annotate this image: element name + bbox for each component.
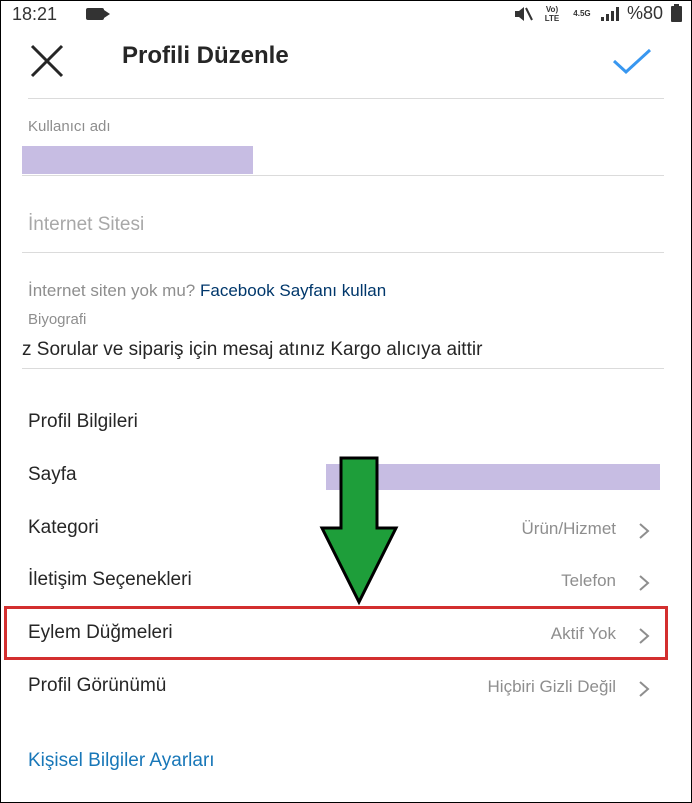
signal-icon — [600, 6, 619, 21]
website-hint-text: İnternet siten yok mu? — [28, 281, 196, 300]
row-label: Profil Görünümü — [28, 675, 167, 696]
website-field[interactable]: İnternet Sitesi — [28, 214, 144, 236]
network-type-indicator: 4.5G — [573, 9, 591, 18]
status-time: 18:21 — [12, 4, 58, 24]
website-underline — [22, 252, 664, 253]
bio-label: Biyografi — [28, 311, 87, 328]
close-icon[interactable] — [30, 44, 64, 78]
down-arrow-annotation-icon — [319, 456, 399, 606]
status-bar: 18:21 Vo) LTE 4.5G %80 — [0, 0, 692, 28]
username-label: Kullanıcı adı — [28, 118, 111, 135]
page-title: Profili Düzenle — [122, 42, 289, 69]
header-divider — [28, 98, 664, 99]
video-record-icon — [86, 8, 110, 20]
username-field[interactable] — [22, 146, 253, 174]
row-value: Hiçbiri Gizli Değil — [487, 677, 616, 696]
username-underline — [22, 175, 664, 176]
header: Profili Düzenle — [0, 30, 692, 90]
bio-underline — [22, 368, 664, 369]
row-value: Ürün/Hizmet — [521, 519, 616, 538]
row-label: İletişim Seçenekleri — [28, 569, 192, 590]
facebook-page-link[interactable]: Facebook Sayfanı kullan — [200, 281, 386, 300]
chevron-right-icon — [639, 681, 650, 697]
checkmark-icon[interactable] — [612, 46, 652, 76]
battery-icon — [671, 3, 682, 22]
battery-percent: %80 — [626, 3, 663, 23]
highlight-box — [4, 606, 668, 660]
bio-field[interactable]: z Sorular ve sipariş için mesaj atınız K… — [22, 339, 664, 361]
status-indicators: Vo) LTE 4.5G %80 — [513, 3, 682, 24]
row-label: Kategori — [28, 517, 99, 538]
row-profile-display[interactable]: Profil Görünümü Hiçbiri Gizli Değil — [28, 675, 652, 705]
row-label: Sayfa — [28, 464, 77, 485]
chevron-right-icon — [639, 575, 650, 591]
row-value: Telefon — [561, 571, 616, 590]
website-hint: İnternet siten yok mu? Facebook Sayfanı … — [28, 281, 386, 301]
personal-info-settings-link[interactable]: Kişisel Bilgiler Ayarları — [28, 750, 215, 772]
lte-indicator: Vo) LTE — [544, 4, 560, 23]
profile-info-heading: Profil Bilgileri — [28, 411, 138, 432]
mute-icon — [514, 6, 533, 21]
chevron-right-icon — [639, 523, 650, 539]
